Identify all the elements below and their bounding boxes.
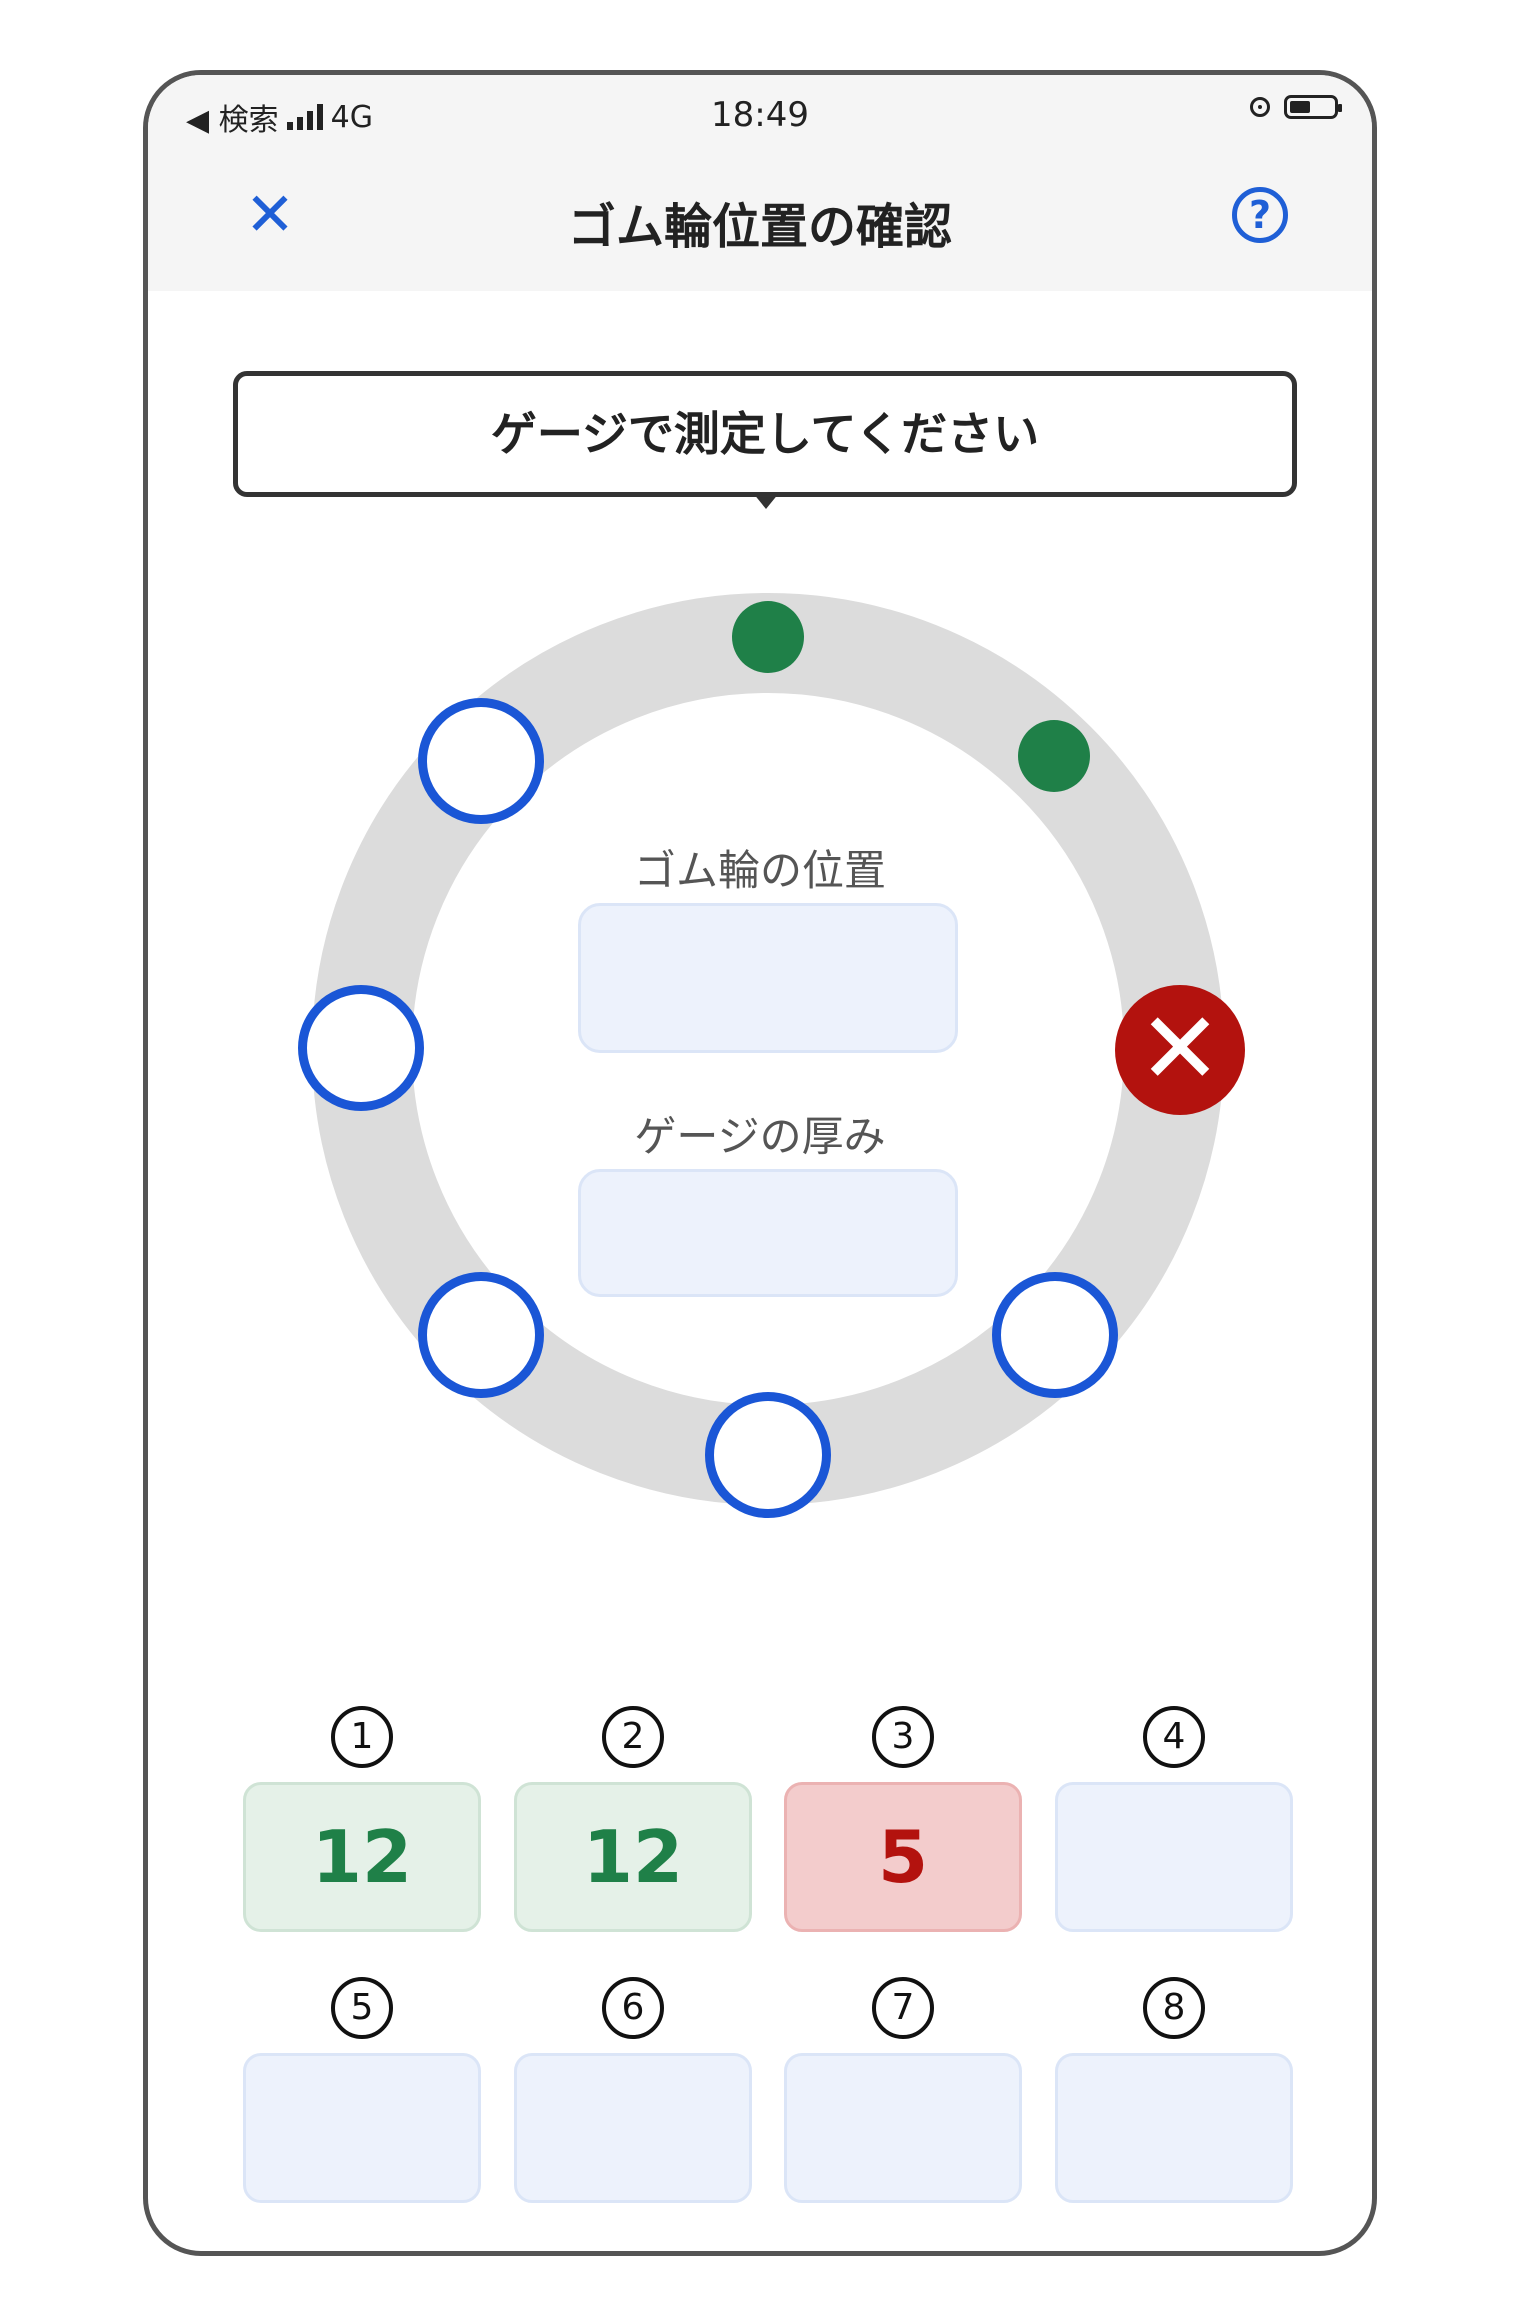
- slot-value-1[interactable]: 12: [243, 1782, 481, 1932]
- ring-point-4[interactable]: [992, 1272, 1118, 1398]
- slot-number-4: 4: [1143, 1706, 1205, 1768]
- status-time: 18:49: [711, 95, 809, 135]
- slot-value-8[interactable]: [1055, 2053, 1293, 2203]
- ring-point-7[interactable]: [298, 985, 424, 1111]
- battery-icon: [1284, 95, 1342, 119]
- instruction-bubble: ゲージで測定してください: [233, 371, 1297, 497]
- slot-value-6[interactable]: [514, 2053, 752, 2203]
- rubber-ring-position-field[interactable]: [578, 903, 958, 1053]
- gauge-thickness-field[interactable]: [578, 1169, 958, 1297]
- ring-point-6[interactable]: [418, 1272, 544, 1398]
- ring-point-3[interactable]: ✕: [1115, 985, 1245, 1115]
- slot-number-3: 3: [872, 1706, 934, 1768]
- ring-point-1[interactable]: [732, 601, 804, 673]
- slot-value-3[interactable]: 5: [784, 1782, 1022, 1932]
- slot-value-2[interactable]: 12: [514, 1782, 752, 1932]
- slot-number-8: 8: [1143, 1977, 1205, 2039]
- ring-point-2[interactable]: [1018, 720, 1090, 792]
- help-button[interactable]: ?: [1232, 187, 1288, 243]
- bubble-tail: [753, 493, 779, 509]
- slot-value-7[interactable]: [784, 2053, 1022, 2203]
- ring-point-5[interactable]: [705, 1392, 831, 1518]
- rubber-ring-position-label: ゴム輪の位置: [633, 846, 886, 895]
- slot-value-4[interactable]: [1055, 1782, 1293, 1932]
- phone-frame: ◀ 検索 4G 18:49 ✕ ゴム輪位置の確認 ? ゲージで測定してください …: [143, 70, 1377, 2256]
- slot-number-1: 1: [331, 1706, 393, 1768]
- slot-number-2: 2: [602, 1706, 664, 1768]
- slot-value-5[interactable]: [243, 2053, 481, 2203]
- slot-number-5: 5: [331, 1977, 393, 2039]
- top-bar: ◀ 検索 4G 18:49 ✕ ゴム輪位置の確認 ?: [148, 75, 1372, 291]
- orientation-lock-icon: [1250, 97, 1270, 117]
- ring-point-8[interactable]: [418, 698, 544, 824]
- slot-number-6: 6: [602, 1977, 664, 2039]
- slot-number-7: 7: [872, 1977, 934, 2039]
- page-title: ゴム輪位置の確認: [567, 199, 952, 255]
- status-right: [1250, 95, 1342, 119]
